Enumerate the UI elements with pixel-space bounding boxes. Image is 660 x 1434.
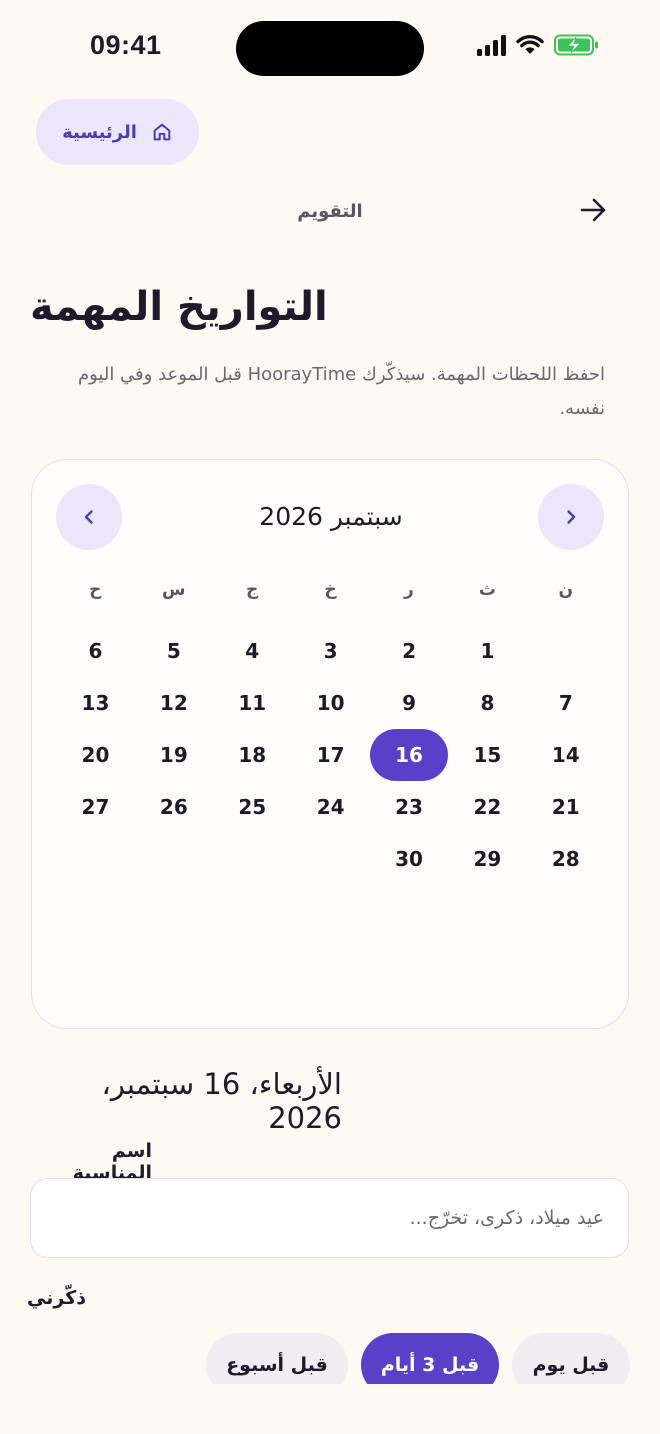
day-number: 25 — [238, 795, 267, 819]
status-icons — [477, 34, 600, 56]
home-icon — [153, 123, 171, 141]
status-time: 09:41 — [90, 30, 162, 60]
day-number: 21 — [551, 795, 580, 819]
day-cell[interactable]: 1 — [448, 625, 526, 677]
day-number: 22 — [473, 795, 502, 819]
day-number: 27 — [81, 795, 110, 819]
day-number: 20 — [81, 743, 110, 767]
arrow-right-icon[interactable] — [578, 195, 608, 225]
home-label: الرئيسية — [62, 121, 137, 143]
day-cell[interactable]: 12 — [135, 677, 213, 729]
day-cell[interactable]: 18 — [213, 729, 291, 781]
reminder-option-1-week[interactable]: قبل أسبوع — [206, 1333, 348, 1384]
day-number: 30 — [395, 847, 423, 871]
day-number: 26 — [159, 795, 188, 819]
selected-date: الأربعاء، 16 سبتمبر، 2026 — [101, 1067, 342, 1135]
day-cell[interactable]: 26 — [135, 781, 213, 833]
weekday-label: خ — [324, 580, 337, 600]
day-cell[interactable]: 8 — [448, 677, 526, 729]
event-name-input[interactable] — [30, 1178, 629, 1258]
page-title: التواريخ المهمة — [30, 284, 328, 330]
day-cell[interactable]: 30 — [370, 833, 448, 885]
day-cell[interactable]: 2 — [370, 625, 448, 677]
day-number: 5 — [166, 639, 181, 663]
battery-charging-icon — [554, 34, 598, 56]
screen: 09:41 الرئيسية التقويم التواريخ المهمة ا… — [0, 0, 660, 1434]
wifi-icon — [516, 34, 544, 54]
day-number: 18 — [238, 743, 267, 767]
weekday-label: س — [161, 580, 186, 600]
day-cell[interactable]: 25 — [213, 781, 291, 833]
day-number: 13 — [81, 691, 110, 715]
day-cell[interactable]: 7 — [527, 677, 605, 729]
day-number: 23 — [395, 795, 423, 819]
day-number: 9 — [402, 691, 416, 715]
day-number: 1 — [480, 639, 495, 663]
title-wrap: التواريخ المهمة — [30, 284, 630, 330]
reminder-option-1-day[interactable]: قبل يوم — [512, 1333, 630, 1384]
day-cell[interactable]: 20 — [56, 729, 134, 781]
day-number: 14 — [551, 743, 580, 767]
day-cell[interactable]: 9 — [370, 677, 448, 729]
day-cell[interactable]: 23 — [370, 781, 448, 833]
chip-label: قبل 3 أيام — [380, 1354, 480, 1376]
day-cell[interactable]: 17 — [291, 729, 369, 781]
day-cell[interactable]: 21 — [527, 781, 605, 833]
day-grid: 1 2 3 4 5 6 7 8 9 10 11 12 13 14 15 16 17 18 19 20 21 22 23 24 2… — [56, 625, 605, 885]
day-number: 12 — [159, 691, 188, 715]
day-number: 3 — [323, 639, 338, 663]
chip-label: قبل أسبوع — [226, 1354, 328, 1376]
day-cell[interactable]: 13 — [56, 677, 134, 729]
signal-icon — [477, 34, 506, 56]
day-cell[interactable]: 29 — [448, 833, 526, 885]
reminder-options: قبل يوم قبل 3 أيام قبل أسبوع — [0, 1300, 660, 1384]
weekday-label: ر — [404, 580, 414, 600]
weekday-label: ج — [245, 580, 259, 600]
nav-title: التقويم — [297, 201, 363, 222]
day-blank — [527, 625, 605, 677]
day-cell[interactable]: 11 — [213, 677, 291, 729]
day-number: 24 — [316, 795, 345, 819]
day-number: 2 — [402, 639, 416, 663]
day-cell[interactable]: 27 — [56, 781, 134, 833]
day-number: 29 — [473, 847, 502, 871]
day-number: 16 — [370, 729, 449, 781]
weekday-label: ث — [478, 580, 496, 600]
day-cell[interactable]: 28 — [527, 833, 605, 885]
day-number: 4 — [245, 639, 260, 663]
day-number: 15 — [473, 743, 502, 767]
next-month-button[interactable] — [538, 484, 604, 550]
day-cell[interactable]: 14 — [527, 729, 605, 781]
day-cell[interactable]: 10 — [291, 677, 369, 729]
day-number: 6 — [88, 639, 103, 663]
dynamic-island — [236, 21, 424, 76]
calendar-card: سبتمبر 2026 نثرخجسح 1 2 3 4 5 6 7 8 9 10 11 12 13 14 1… — [31, 459, 629, 1029]
day-number: 17 — [316, 743, 345, 767]
chip-label: قبل يوم — [532, 1354, 610, 1376]
day-cell[interactable]: 3 — [291, 625, 369, 677]
day-cell[interactable]: 22 — [448, 781, 526, 833]
day-cell[interactable]: 5 — [135, 625, 213, 677]
day-number: 7 — [558, 691, 573, 715]
day-number: 8 — [480, 691, 495, 715]
day-number: 10 — [316, 691, 345, 715]
day-cell-selected[interactable]: 16 — [370, 729, 449, 781]
day-cell[interactable]: 4 — [213, 625, 291, 677]
day-cell[interactable]: 24 — [291, 781, 369, 833]
day-number: 19 — [159, 743, 188, 767]
day-number: 28 — [551, 847, 580, 871]
reminder-option-3-days[interactable]: قبل 3 أيام — [361, 1333, 499, 1384]
weekday-label: ن — [558, 580, 574, 600]
weekday-label: ح — [89, 580, 102, 600]
page-subtitle: احفظ اللحظات المهمة. سيذكّرك HoorayTime … — [77, 364, 605, 419]
day-cell[interactable]: 6 — [56, 625, 134, 677]
day-cell[interactable]: 19 — [135, 729, 213, 781]
day-number: 11 — [238, 691, 267, 715]
home-button[interactable]: الرئيسية — [36, 99, 199, 165]
weekday-row: نثرخجسح — [56, 580, 605, 600]
chevron-right-icon — [567, 510, 576, 524]
day-cell[interactable]: 15 — [448, 729, 526, 781]
